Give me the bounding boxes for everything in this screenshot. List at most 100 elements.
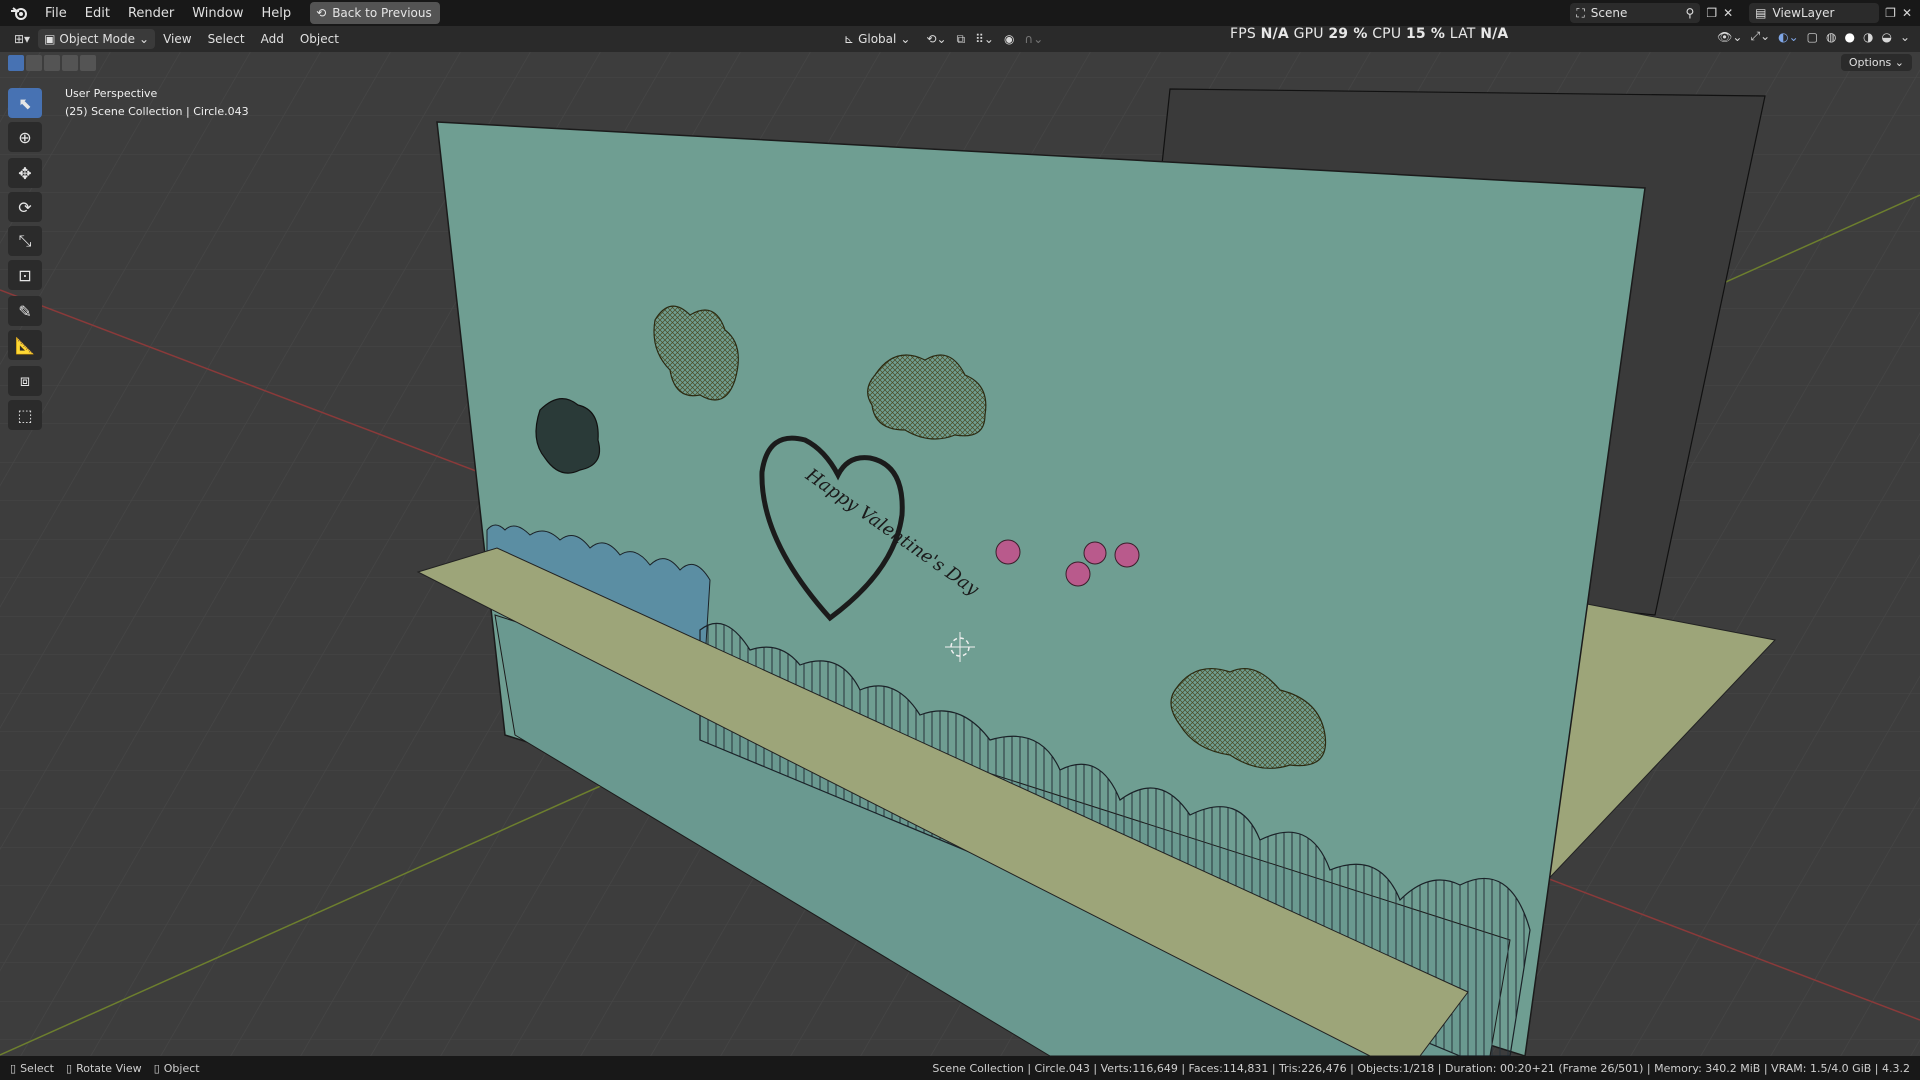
pin-icon[interactable]: ⚲	[1686, 6, 1695, 20]
back-label: Back to Previous	[332, 6, 432, 20]
menu-select[interactable]: Select	[200, 32, 253, 46]
cursor-icon: ⊕	[18, 127, 32, 147]
view-name: User Perspective	[65, 87, 158, 100]
rotate-icon: ⟳	[18, 197, 32, 217]
delete-scene-icon[interactable]: ✕	[1723, 6, 1733, 20]
ruler-icon: 📐	[15, 335, 35, 355]
cursor-tool[interactable]: ⊕	[8, 122, 42, 152]
select-subtract-icon[interactable]	[44, 55, 60, 71]
selection-mode-buttons	[8, 55, 96, 71]
transform-tool[interactable]: ⊡	[8, 260, 42, 290]
mouse-middle-icon: ▯	[66, 1061, 73, 1075]
new-scene-icon[interactable]: ❐	[1706, 6, 1717, 20]
options-label: Options	[1848, 56, 1892, 69]
mouse-left-icon: ▯	[10, 1061, 17, 1075]
chevron-down-icon: ⌄	[139, 32, 150, 46]
orientation-label: Global	[858, 32, 897, 46]
snap-increment-icon[interactable]: ⠿⌄	[975, 32, 994, 46]
viewport-header: ⊞▾ ▣ Object Mode ⌄ View Select Add Objec…	[0, 26, 1920, 52]
new-viewlayer-icon[interactable]: ❐	[1885, 6, 1896, 20]
falloff-icon[interactable]: ∩⌄	[1024, 32, 1043, 46]
material-shading-icon[interactable]: ◑	[1863, 30, 1873, 44]
select-extend-icon[interactable]	[26, 55, 42, 71]
menu-render[interactable]: Render	[119, 6, 183, 21]
rotate-tool[interactable]: ⟳	[8, 192, 42, 222]
scene-controls: ⛶ Scene ⚲ ❐ ✕ ▤ ViewLayer ❐ ✕	[1570, 0, 1920, 26]
xray-icon[interactable]: ▢	[1807, 30, 1818, 44]
add-cube-tool[interactable]: ⧈	[8, 366, 42, 396]
blender-logo-icon[interactable]	[8, 2, 30, 24]
tool-shelf: ⬉ ⊕ ✥ ⟳ ⤡ ⊡ ✎ 📐 ⧈ ⬚	[8, 88, 46, 434]
add-object-tool[interactable]: ⬚	[8, 400, 42, 430]
viewport-scene[interactable]: Happy Valentine's Day	[0, 52, 1920, 1056]
pivot-point-icon[interactable]: ⟲⌄	[926, 32, 946, 46]
proportional-edit-icon[interactable]: ◉	[1004, 32, 1014, 46]
select-new-icon[interactable]	[8, 55, 24, 71]
object-mode-dropdown[interactable]: ▣ Object Mode ⌄	[38, 29, 156, 49]
move-tool[interactable]: ✥	[8, 158, 42, 188]
fps-label: FPS	[1230, 26, 1256, 42]
status-select: Select	[20, 1061, 54, 1075]
cpu-value: 15 %	[1405, 26, 1446, 42]
fps-value: N/A	[1260, 26, 1289, 42]
options-dropdown[interactable]: Options ⌄	[1840, 54, 1912, 71]
annotate-icon: ✎	[18, 301, 32, 321]
performance-stats: FPS N/A GPU 29 % CPU 15 % LAT N/A	[1230, 26, 1508, 42]
gpu-value: 29 %	[1328, 26, 1368, 42]
viewlayer-icon: ▤	[1755, 6, 1767, 20]
menu-edit[interactable]: Edit	[76, 6, 119, 21]
status-info: Scene Collection | Circle.043 | Verts:11…	[932, 1061, 1910, 1075]
status-rotate: Rotate View	[76, 1061, 142, 1075]
object-mode-icon: ▣	[44, 32, 56, 46]
menu-add[interactable]: Add	[253, 32, 292, 46]
viewlayer-selector[interactable]: ▤ ViewLayer	[1749, 3, 1880, 23]
menu-help[interactable]: Help	[253, 6, 301, 21]
scene-icon: ⛶	[1576, 5, 1585, 20]
annotate-tool[interactable]: ✎	[8, 296, 42, 326]
shading-options-icon[interactable]: ⌄	[1900, 30, 1910, 44]
status-bar: ▯ Select ▯ Rotate View ▯ Object Scene Co…	[0, 1056, 1920, 1080]
scale-tool[interactable]: ⤡	[8, 226, 42, 256]
add-object-icon: ⬚	[17, 405, 33, 425]
ornament-ball-4	[1114, 542, 1140, 568]
menu-window[interactable]: Window	[183, 6, 252, 21]
select-invert-icon[interactable]	[62, 55, 78, 71]
delete-viewlayer-icon[interactable]: ✕	[1902, 6, 1912, 20]
overlay-icon[interactable]: ◐⌄	[1778, 30, 1799, 44]
collection-info: (25) Scene Collection | Circle.043	[65, 105, 249, 118]
mouse-right-icon: ▯	[153, 1061, 160, 1075]
gizmo-icon[interactable]: ⤢⌄	[1750, 29, 1770, 44]
ornament-ball-3	[1065, 561, 1091, 587]
back-to-previous-button[interactable]: ⟲ Back to Previous	[310, 2, 440, 24]
transform-orientation-dropdown[interactable]: ⊾ Global ⌄	[838, 29, 916, 49]
rendered-shading-icon[interactable]: ◒	[1881, 30, 1891, 44]
select-box-tool[interactable]: ⬉	[8, 88, 42, 118]
lat-value: N/A	[1480, 26, 1509, 42]
snap-icon[interactable]: ⧉	[957, 32, 966, 47]
menu-object[interactable]: Object	[292, 32, 347, 46]
back-icon: ⟲	[316, 6, 327, 20]
solid-shading-icon[interactable]: ●	[1844, 30, 1854, 44]
add-cube-icon: ⧈	[19, 371, 31, 390]
ornament-ball-2	[1083, 541, 1107, 565]
top-menu-bar: File Edit Render Window Help ⟲ Back to P…	[0, 0, 1920, 26]
measure-tool[interactable]: 📐	[8, 330, 42, 360]
scene-name: Scene	[1590, 6, 1628, 20]
wireframe-shading-icon[interactable]: ◍	[1826, 30, 1836, 44]
3d-viewport[interactable]: Happy Valentine's Day User Perspective (…	[0, 52, 1920, 1056]
scene-selector[interactable]: ⛶ Scene ⚲	[1570, 3, 1701, 23]
ornament-ball-1	[995, 539, 1021, 565]
status-object: Object	[163, 1061, 200, 1075]
menu-view[interactable]: View	[155, 32, 199, 46]
orientation-icon: ⊾	[844, 32, 855, 46]
move-icon: ✥	[18, 163, 32, 183]
object-mode-label: Object Mode	[59, 32, 136, 46]
lat-label: LAT	[1449, 26, 1476, 42]
transform-icon: ⊡	[18, 265, 32, 285]
visibility-icon[interactable]: 👁⌄	[1717, 30, 1742, 44]
editor-type-icon[interactable]: ⊞▾	[14, 32, 30, 46]
select-intersect-icon[interactable]	[80, 55, 96, 71]
menu-file[interactable]: File	[36, 6, 76, 21]
scale-icon: ⤡	[18, 231, 32, 250]
cpu-label: CPU	[1372, 26, 1402, 42]
